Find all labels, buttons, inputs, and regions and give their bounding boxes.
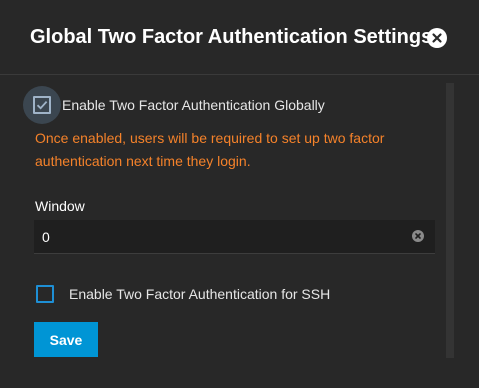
enable-ssh-2fa-label: Enable Two Factor Authentication for SSH [69, 286, 331, 302]
enable-ssh-2fa-checkbox[interactable] [36, 285, 54, 303]
save-button[interactable]: Save [34, 322, 98, 357]
two-factor-settings-dialog: Global Two Factor Authentication Setting… [0, 0, 479, 388]
close-icon[interactable] [427, 28, 447, 48]
checkbox-focus-ripple [23, 86, 61, 124]
dialog-title: Global Two Factor Authentication Setting… [30, 26, 433, 48]
checkmark-icon [36, 100, 48, 110]
dialog-body: Enable Two Factor Authentication Globall… [0, 75, 479, 388]
enable-global-2fa-checkbox-row[interactable]: Enable Two Factor Authentication Globall… [23, 86, 325, 124]
clear-icon[interactable] [412, 230, 424, 242]
warning-message: Once enabled, users will be required to … [35, 130, 385, 169]
enable-global-2fa-checkbox[interactable] [33, 96, 51, 114]
scrollbar[interactable] [446, 83, 454, 358]
enable-ssh-2fa-checkbox-row[interactable]: Enable Two Factor Authentication for SSH [24, 278, 330, 310]
dialog-header: Global Two Factor Authentication Setting… [0, 0, 479, 75]
window-input[interactable] [42, 220, 402, 253]
scrollbar-thumb[interactable] [446, 83, 454, 358]
window-field [34, 220, 435, 254]
window-field-label: Window [35, 198, 85, 214]
enable-global-2fa-label: Enable Two Factor Authentication Globall… [62, 97, 325, 113]
